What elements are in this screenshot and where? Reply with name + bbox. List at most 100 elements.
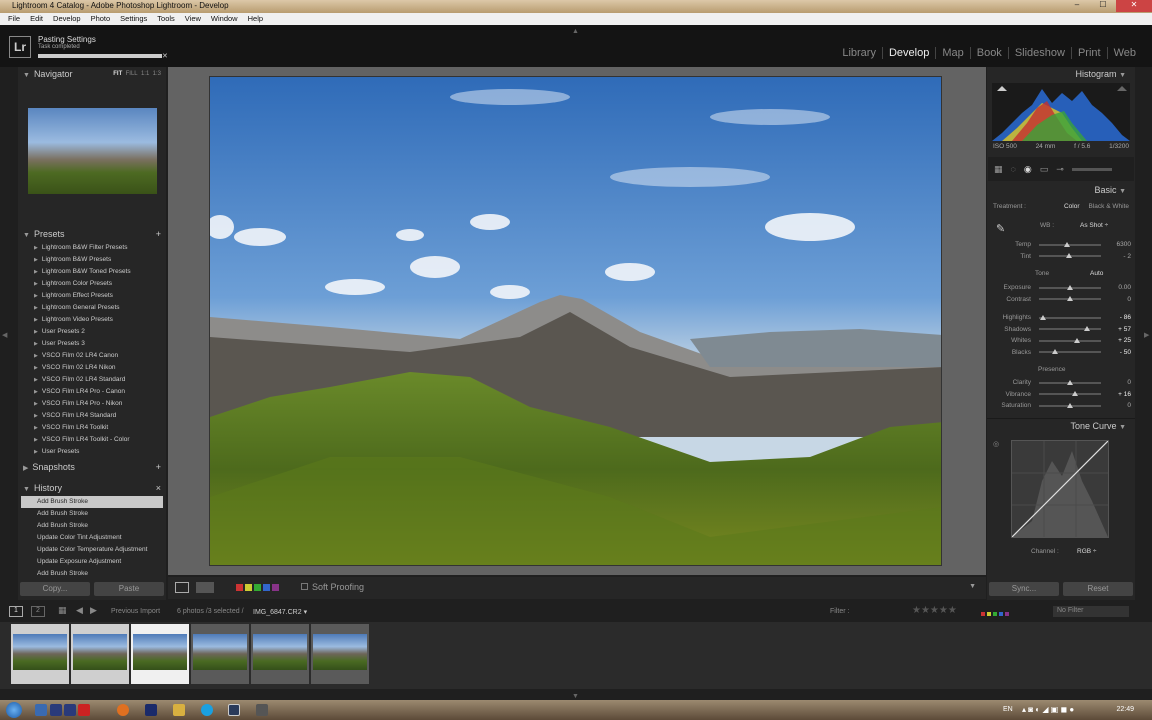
auto-tone-button[interactable]: Auto bbox=[1090, 270, 1103, 277]
module-print[interactable]: Print bbox=[1070, 47, 1107, 59]
preset-folder[interactable]: ▶ VSCO Film LR4 Toolkit - Color bbox=[18, 434, 166, 446]
maximize-button[interactable]: ☐ bbox=[1090, 0, 1116, 12]
reset-button[interactable]: Reset bbox=[1063, 582, 1133, 596]
preset-folder[interactable]: ▶ VSCO Film LR4 Standard bbox=[18, 410, 166, 422]
preset-folder[interactable]: ▶ Lightroom General Presets bbox=[18, 302, 166, 314]
add-snapshot-icon[interactable]: + bbox=[156, 462, 161, 472]
minimize-button[interactable]: – bbox=[1064, 0, 1090, 12]
module-map[interactable]: Map bbox=[935, 47, 969, 59]
taskbar-app-icon[interactable] bbox=[256, 704, 268, 716]
close-button[interactable]: ✕ bbox=[1116, 0, 1152, 12]
slider-knob[interactable] bbox=[1067, 284, 1073, 290]
red-label-icon[interactable] bbox=[236, 584, 243, 591]
shadows-slider[interactable]: Shadows + 57 bbox=[988, 324, 1134, 336]
start-button[interactable] bbox=[6, 702, 22, 718]
menu-settings[interactable]: Settings bbox=[115, 13, 152, 25]
vibrance-slider[interactable]: Vibrance + 16 bbox=[988, 389, 1134, 401]
primary-window-button[interactable]: 1 bbox=[9, 606, 23, 617]
slider-value[interactable]: 0.00 bbox=[1105, 284, 1131, 291]
cancel-task-icon[interactable]: ✕ bbox=[162, 52, 168, 60]
saturation-slider[interactable]: Saturation 0 bbox=[988, 400, 1134, 412]
slider-knob[interactable] bbox=[1084, 326, 1091, 332]
nav-fill[interactable]: FILL bbox=[126, 71, 138, 77]
soft-proofing-checkbox[interactable] bbox=[301, 583, 308, 590]
contrast-slider[interactable]: Contrast 0 bbox=[988, 294, 1134, 306]
slider-value[interactable]: 0 bbox=[1105, 402, 1131, 409]
bottom-panel-toggle-icon[interactable]: ▼ bbox=[572, 691, 579, 700]
before-after-icon[interactable] bbox=[196, 582, 214, 593]
green-filter-icon[interactable] bbox=[993, 612, 997, 616]
preset-folder[interactable]: ▶ VSCO Film LR4 Toolkit bbox=[18, 422, 166, 434]
preset-folder[interactable]: ▶ Lightroom Video Presets bbox=[18, 314, 166, 326]
tool-strip-slider[interactable] bbox=[1071, 167, 1112, 171]
skype-icon[interactable] bbox=[201, 704, 213, 716]
purple-label-icon[interactable] bbox=[272, 584, 279, 591]
slider-knob[interactable] bbox=[1074, 337, 1081, 343]
green-label-icon[interactable] bbox=[254, 584, 261, 591]
menu-window[interactable]: Window bbox=[206, 13, 243, 25]
preset-folder[interactable]: ▶ User Presets bbox=[18, 446, 166, 458]
blue-label-icon[interactable] bbox=[263, 584, 270, 591]
slider-value[interactable]: 0 bbox=[1105, 296, 1131, 303]
tray-icons[interactable]: ▴ ◙ ◐ ◢ ▣ ◼ ● bbox=[1022, 705, 1074, 714]
preset-folder[interactable]: ▶ VSCO Film 02 LR4 Nikon bbox=[18, 362, 166, 374]
clear-history-icon[interactable]: × bbox=[156, 483, 161, 493]
snapshots-header[interactable]: ▶ Snapshots + bbox=[18, 460, 166, 474]
module-book[interactable]: Book bbox=[969, 47, 1008, 59]
slider-knob[interactable] bbox=[1071, 391, 1078, 397]
preset-folder[interactable]: ▶ Lightroom B&W Filter Presets bbox=[18, 242, 166, 254]
module-develop[interactable]: Develop bbox=[881, 47, 935, 59]
purple-filter-icon[interactable] bbox=[1005, 612, 1009, 616]
loupe-view-icon[interactable] bbox=[175, 582, 189, 593]
basic-header[interactable]: Basic ▼ bbox=[987, 183, 1135, 197]
yellow-label-icon[interactable] bbox=[245, 584, 252, 591]
taskbar-app-icon[interactable] bbox=[78, 704, 90, 716]
slider-value[interactable]: - 86 bbox=[1105, 314, 1131, 321]
menu-tools[interactable]: Tools bbox=[152, 13, 180, 25]
navigator-header[interactable]: ▼ Navigator FIT FILL 1:1 1:3 bbox=[18, 67, 166, 81]
history-step[interactable]: Add Brush Stroke bbox=[21, 568, 163, 578]
taskbar-app-icon[interactable] bbox=[50, 704, 62, 716]
preset-folder[interactable]: ▶ Lightroom B&W Presets bbox=[18, 254, 166, 266]
exposure-slider[interactable]: Exposure 0.00 bbox=[988, 282, 1134, 294]
treatment-bw[interactable]: Black & White bbox=[1089, 203, 1129, 210]
yellow-filter-icon[interactable] bbox=[987, 612, 991, 616]
tint-slider[interactable]: Tint - 2 bbox=[988, 251, 1134, 263]
sync-button[interactable]: Sync... bbox=[989, 582, 1059, 596]
preset-folder[interactable]: ▶ Lightroom Color Presets bbox=[18, 278, 166, 290]
slider-knob[interactable] bbox=[1067, 379, 1073, 385]
preset-folder[interactable]: ▶ Lightroom B&W Toned Presets bbox=[18, 266, 166, 278]
red-eye-icon[interactable]: ◉ bbox=[1024, 164, 1032, 175]
forward-arrow-icon[interactable]: ▶ bbox=[90, 605, 97, 616]
paste-button[interactable]: Paste bbox=[94, 582, 164, 596]
grid-view-icon[interactable]: ▦ bbox=[58, 605, 67, 616]
filmstrip-thumbnail[interactable] bbox=[131, 624, 189, 684]
slider-value[interactable]: 0 bbox=[1105, 379, 1131, 386]
star-rating-filter[interactable]: ★★★★★ bbox=[912, 605, 957, 616]
menu-file[interactable]: File bbox=[3, 13, 25, 25]
adjustment-brush-icon[interactable]: ⊸ bbox=[1056, 164, 1064, 175]
blacks-slider[interactable]: Blacks - 50 bbox=[988, 347, 1134, 359]
photoshop-icon[interactable] bbox=[145, 704, 157, 716]
nav-1-1[interactable]: 1:1 bbox=[141, 71, 149, 77]
slider-value[interactable]: + 16 bbox=[1105, 391, 1131, 398]
history-step[interactable]: Update Color Temperature Adjustment bbox=[21, 544, 163, 556]
preset-folder[interactable]: ▶ VSCO Film 02 LR4 Canon bbox=[18, 350, 166, 362]
left-panel-toggle-icon[interactable]: ◀ bbox=[2, 330, 7, 339]
preset-folder[interactable]: ▶ VSCO Film LR4 Pro - Nikon bbox=[18, 398, 166, 410]
filmstrip-thumbnail[interactable] bbox=[71, 624, 129, 684]
history-step[interactable]: Add Brush Stroke bbox=[21, 496, 163, 508]
module-slideshow[interactable]: Slideshow bbox=[1007, 47, 1071, 59]
nav-1-3[interactable]: 1:3 bbox=[153, 71, 161, 77]
slider-value[interactable]: + 57 bbox=[1105, 326, 1131, 333]
nav-fit[interactable]: FIT bbox=[113, 71, 122, 77]
taskbar-app-icon[interactable] bbox=[64, 704, 76, 716]
slider-value[interactable]: - 50 bbox=[1105, 349, 1131, 356]
menu-photo[interactable]: Photo bbox=[86, 13, 116, 25]
slider-knob[interactable] bbox=[1066, 253, 1073, 259]
module-library[interactable]: Library bbox=[836, 47, 882, 59]
toolbar-menu-icon[interactable]: ▼ bbox=[969, 583, 976, 590]
slider-knob[interactable] bbox=[1067, 296, 1073, 302]
blue-filter-icon[interactable] bbox=[999, 612, 1003, 616]
wb-eyedropper-icon[interactable]: ✎ bbox=[996, 222, 1005, 235]
